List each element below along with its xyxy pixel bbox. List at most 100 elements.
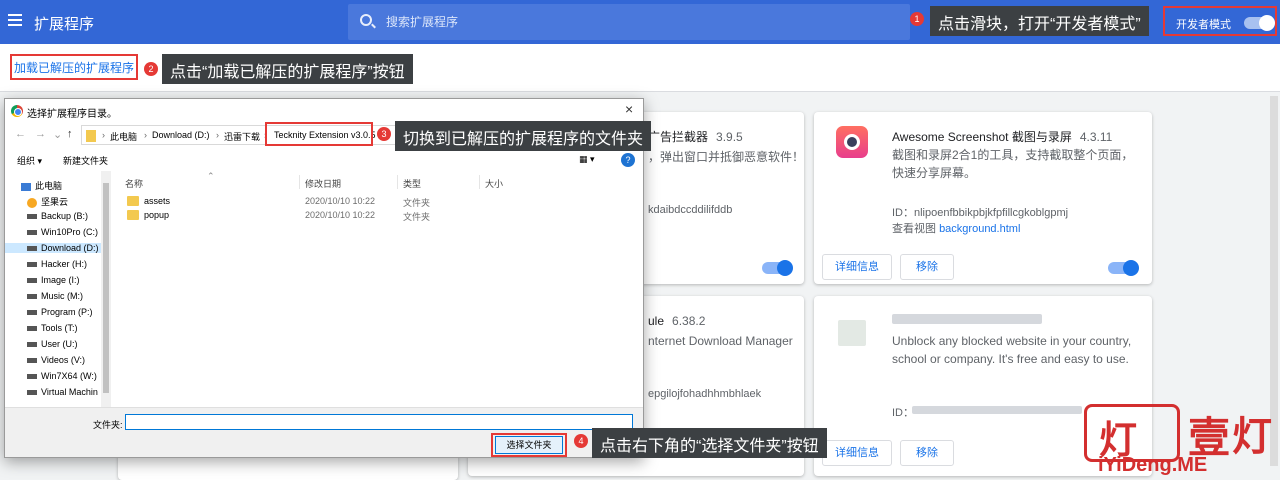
list-item[interactable]: popup 2020/10/10 10:22 文件夹 xyxy=(111,209,511,223)
dialog-toolbar: 组织 ▾ 新建文件夹 ▦ ▾ ? xyxy=(5,151,643,171)
breadcrumb-item[interactable]: 迅雷下载 xyxy=(224,130,260,143)
extension-toggle[interactable] xyxy=(1108,260,1139,276)
list-item[interactable]: assets 2020/10/10 10:22 文件夹 xyxy=(111,195,511,209)
nav-item[interactable]: 坚果云 xyxy=(27,195,68,208)
new-folder-button[interactable]: 新建文件夹 xyxy=(63,154,108,167)
menu-icon[interactable] xyxy=(8,14,22,26)
sort-chevron-icon: ⌃ xyxy=(207,171,215,181)
drive-icon xyxy=(27,326,37,332)
search-box[interactable] xyxy=(348,4,910,40)
extension-version: 3.9.5 xyxy=(716,130,743,144)
drive-icon xyxy=(27,374,37,380)
highlight-select-folder xyxy=(491,433,567,457)
extension-description: 截图和录屏2合1的工具，支持截取整个页面，快速分享屏幕。 xyxy=(892,148,1134,180)
column-header-name[interactable]: 名称 xyxy=(125,177,143,190)
extension-name: 广告拦截器 xyxy=(648,130,709,144)
nav-item[interactable]: Music (M:) xyxy=(27,291,83,301)
nav-item[interactable]: Hacker (H:) xyxy=(27,259,87,269)
nav-item[interactable]: Tools (T:) xyxy=(27,323,78,333)
nav-item[interactable]: 此电脑 xyxy=(21,179,62,192)
nav-item[interactable]: User (U:) xyxy=(27,339,78,349)
search-input[interactable] xyxy=(386,13,886,31)
watermark-logo: 灯 壹 灯 iYiDeng.ME xyxy=(1084,404,1272,476)
back-arrow-icon[interactable]: ← xyxy=(15,128,26,140)
blurred-icon xyxy=(838,320,866,346)
nav-item[interactable]: Win10Pro (C:) xyxy=(27,227,98,237)
extension-id: epgilojfohadhhmbhlaek xyxy=(648,388,762,400)
extension-id: kdaibdccddilifddb xyxy=(648,204,733,216)
nav-item[interactable]: Win7X64 (W:) xyxy=(27,371,97,381)
nav-item[interactable]: Virtual Machin xyxy=(27,387,98,397)
nav-item[interactable]: Backup (B:) xyxy=(27,211,88,221)
remove-button[interactable]: 移除 xyxy=(900,440,954,466)
toolbar: 加载已解压的扩展程序 2 点击“加载已解压的扩展程序”按钮 xyxy=(0,44,1280,92)
breadcrumb-item[interactable]: Download (D:) xyxy=(152,130,210,140)
top-bar: 扩展程序 1 点击滑块，打开“开发者模式” 开发者模式 xyxy=(0,0,1280,44)
computer-icon xyxy=(21,182,31,191)
background-page-link[interactable]: background.html xyxy=(939,223,1020,235)
nav-item-selected[interactable]: Download (D:) xyxy=(5,243,101,253)
navigation-pane: 此电脑 坚果云 Backup (B:) Win10Pro (C:) Downlo… xyxy=(5,171,111,407)
step-badge-1: 1 xyxy=(910,12,924,26)
drive-icon xyxy=(27,342,37,348)
logo-text: iYiDeng.ME xyxy=(1098,454,1208,476)
blurred-id xyxy=(912,406,1082,414)
details-button[interactable]: 详细信息 xyxy=(822,440,892,466)
extension-name: Awesome Screenshot 截图与录屏 xyxy=(892,130,1072,144)
drive-icon xyxy=(27,278,37,284)
drive-icon xyxy=(27,310,37,316)
column-header-size[interactable]: 大小 xyxy=(485,177,503,190)
extension-card-awesome-screenshot: Awesome Screenshot 截图与录屏 4.3.11 截图和录屏2合1的… xyxy=(814,112,1152,284)
breadcrumb-item[interactable]: 此电脑 xyxy=(110,130,137,143)
help-icon[interactable]: ? xyxy=(621,153,635,167)
folder-input[interactable] xyxy=(125,414,633,430)
annotation-3: 切换到已解压的扩展程序的文件夹 xyxy=(395,121,652,151)
step-badge-2: 2 xyxy=(144,62,158,76)
column-header-date[interactable]: 修改日期 xyxy=(305,177,341,190)
folder-field-label: 文件夹: xyxy=(93,420,123,430)
search-icon xyxy=(360,14,372,26)
view-options-button[interactable]: ▦ ▾ xyxy=(579,154,595,165)
extension-description: nternet Download Manager xyxy=(648,334,793,348)
extension-toggle[interactable] xyxy=(762,260,793,276)
up-arrow-icon[interactable]: ↑ xyxy=(67,128,73,140)
details-button[interactable]: 详细信息 xyxy=(822,254,892,280)
drive-icon xyxy=(27,294,37,300)
extension-id: ID：nlipoenfbbikpbjkfpfillcgkoblgpmj xyxy=(892,207,1069,219)
nav-item[interactable]: Videos (V:) xyxy=(27,355,85,365)
folder-icon xyxy=(127,196,139,206)
page-title: 扩展程序 xyxy=(34,16,95,33)
folder-icon xyxy=(127,210,139,220)
blurred-name xyxy=(892,314,1042,324)
highlight-load-unpacked xyxy=(10,54,138,80)
close-icon[interactable]: × xyxy=(625,101,633,117)
extension-description: ，弹出窗口并抵御恶意软件！ xyxy=(648,150,805,164)
step-badge-3: 3 xyxy=(377,127,391,141)
annotation-1: 点击滑块，打开“开发者模式” xyxy=(930,6,1149,36)
folder-picker-dialog: 选择扩展程序目录。 × ← → ⌄ ↑ › 此电脑 › Download (D:… xyxy=(4,98,652,458)
forward-arrow-icon[interactable]: → xyxy=(35,128,46,140)
organize-button[interactable]: 组织 ▾ xyxy=(17,154,42,167)
file-list: 名称 ⌃ 修改日期 类型 大小 assets 2020/10/10 10:22 … xyxy=(111,171,643,407)
step-badge-4: 4 xyxy=(574,434,588,448)
drive-icon xyxy=(27,230,37,236)
extension-version: 4.3.11 xyxy=(1079,130,1113,144)
drive-icon xyxy=(27,262,37,268)
dialog-title: 选择扩展程序目录。 xyxy=(27,109,117,120)
chrome-icon xyxy=(11,105,23,117)
annotation-2: 点击“加载已解压的扩展程序”按钮 xyxy=(162,54,413,84)
folder-icon xyxy=(86,130,96,142)
column-header-type[interactable]: 类型 xyxy=(403,177,421,190)
extension-version: 6.38.2 xyxy=(672,314,706,328)
nav-item[interactable]: Program (P:) xyxy=(27,307,93,317)
remove-button[interactable]: 移除 xyxy=(900,254,954,280)
jianguoyun-icon xyxy=(27,197,37,208)
chevron-down-icon[interactable]: ⌄ xyxy=(53,128,62,141)
drive-icon xyxy=(27,390,37,396)
highlight-target-folder xyxy=(265,122,373,146)
drive-icon xyxy=(27,214,37,220)
nav-scrollbar[interactable] xyxy=(101,171,111,407)
extension-id-label: ID： xyxy=(892,407,914,419)
drive-icon xyxy=(27,358,37,364)
nav-item[interactable]: Image (I:) xyxy=(27,275,80,285)
